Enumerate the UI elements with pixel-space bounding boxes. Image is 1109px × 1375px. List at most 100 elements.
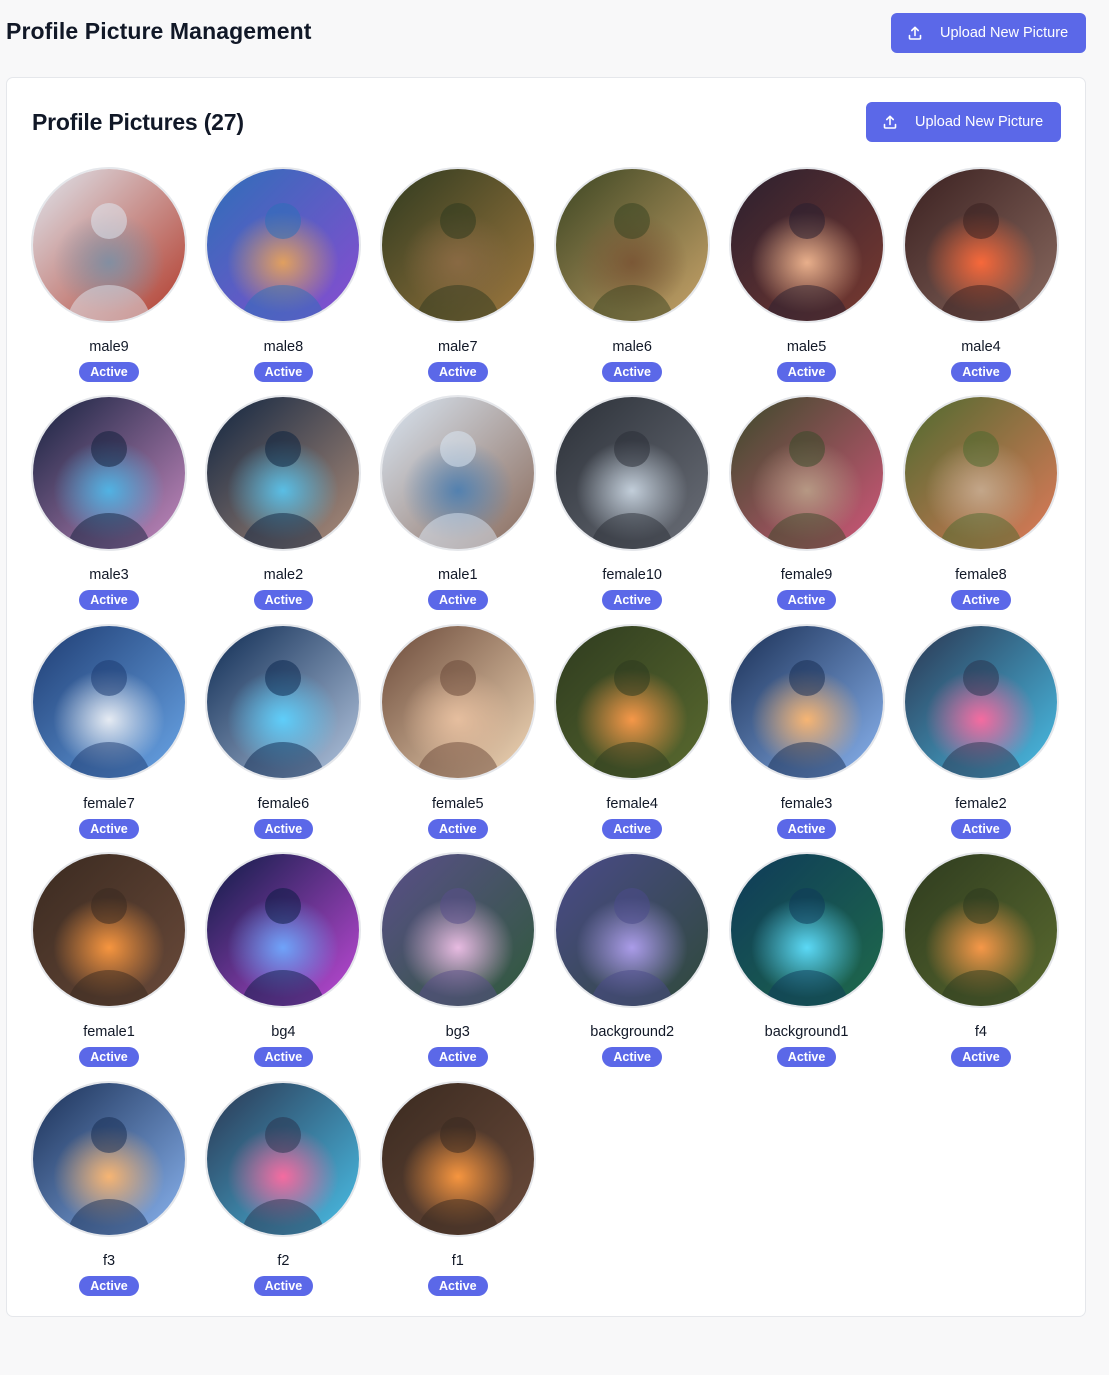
profile-picture-image[interactable] xyxy=(205,1080,362,1237)
picture-name: f1 xyxy=(451,1252,464,1269)
status-badge: Active xyxy=(79,1047,139,1068)
picture-tile[interactable]: f3 Active xyxy=(31,1080,187,1309)
panel-title: Profile Pictures (27) xyxy=(32,109,244,135)
picture-name: female2 xyxy=(955,795,1007,812)
profile-picture-image[interactable] xyxy=(554,395,711,552)
picture-tile[interactable]: female8 Active xyxy=(902,395,1059,623)
picture-tile[interactable]: male9 Active xyxy=(31,167,187,395)
picture-name: female7 xyxy=(83,795,135,812)
picture-tile[interactable]: male5 Active xyxy=(728,167,885,395)
picture-name: male2 xyxy=(263,567,304,584)
profile-picture-image[interactable] xyxy=(31,395,187,552)
picture-name: male4 xyxy=(961,339,1001,355)
picture-tile[interactable]: female10 Active xyxy=(554,395,711,623)
picture-tile[interactable]: male7 Active xyxy=(379,167,536,395)
picture-name: bg3 xyxy=(445,1024,470,1041)
picture-tile[interactable]: male1 Active xyxy=(379,395,536,623)
picture-tile[interactable]: male6 Active xyxy=(554,167,711,395)
profile-picture-image[interactable] xyxy=(379,852,536,1009)
profile-picture-image[interactable] xyxy=(31,1080,187,1237)
profile-picture-image[interactable] xyxy=(554,623,711,780)
picture-grid: male9 Active male8 Active male7 Active male6 Ac… xyxy=(31,167,1059,1309)
picture-tile[interactable]: bg3 Active xyxy=(379,852,536,1080)
picture-name: f3 xyxy=(102,1252,116,1269)
picture-tile[interactable]: male3 Active xyxy=(31,395,187,623)
picture-tile[interactable]: background2 Active xyxy=(554,852,711,1080)
profile-picture-image[interactable] xyxy=(31,623,187,780)
profile-picture-image[interactable] xyxy=(379,623,536,780)
status-badge: Active xyxy=(253,1275,314,1296)
profile-picture-image[interactable] xyxy=(902,623,1059,780)
status-badge: Active xyxy=(776,590,837,611)
status-badge: Active xyxy=(253,362,314,382)
picture-name: background1 xyxy=(764,1024,849,1041)
picture-tile[interactable]: background1 Active xyxy=(728,852,885,1080)
status-badge: Active xyxy=(776,1047,837,1068)
picture-name: male6 xyxy=(612,339,652,355)
status-badge: Active xyxy=(951,362,1011,382)
picture-name: female5 xyxy=(431,795,484,812)
picture-tile[interactable]: female4 Active xyxy=(554,623,711,852)
profile-picture-image[interactable] xyxy=(31,852,187,1009)
picture-tile[interactable]: male4 Active xyxy=(902,167,1059,395)
picture-tile[interactable]: f2 Active xyxy=(205,1080,362,1309)
status-badge: Active xyxy=(79,362,139,382)
profile-picture-image[interactable] xyxy=(379,395,536,552)
upload-icon xyxy=(907,25,923,41)
picture-name: female1 xyxy=(83,1024,135,1041)
profile-picture-image[interactable] xyxy=(902,395,1059,552)
status-badge: Active xyxy=(602,590,662,611)
profile-picture-image[interactable] xyxy=(554,852,711,1009)
profile-picture-image[interactable] xyxy=(728,167,885,323)
status-badge: Active xyxy=(776,818,837,839)
profile-picture-image[interactable] xyxy=(902,852,1059,1009)
profile-picture-image[interactable] xyxy=(728,623,885,780)
upload-button-label: Upload New Picture xyxy=(915,114,1044,130)
panel-upload-new-picture-button[interactable]: Upload New Picture xyxy=(866,102,1061,142)
profile-picture-image[interactable] xyxy=(205,623,362,780)
picture-tile[interactable]: female7 Active xyxy=(31,623,187,852)
picture-name: f2 xyxy=(277,1252,290,1269)
profile-picture-image[interactable] xyxy=(205,395,362,552)
picture-name: male1 xyxy=(438,567,478,584)
profile-picture-image[interactable] xyxy=(205,852,362,1009)
picture-name: male8 xyxy=(263,339,304,355)
profile-picture-image[interactable] xyxy=(554,167,711,323)
profile-picture-image[interactable] xyxy=(205,167,362,323)
picture-name: male9 xyxy=(89,339,129,355)
picture-name: female3 xyxy=(780,795,833,812)
status-badge: Active xyxy=(428,1047,488,1068)
page-header: Profile Picture Management Upload New Pi… xyxy=(0,0,1109,66)
picture-tile[interactable]: female5 Active xyxy=(379,623,536,852)
picture-tile[interactable]: female3 Active xyxy=(728,623,885,852)
status-badge: Active xyxy=(428,818,488,839)
upload-new-picture-button[interactable]: Upload New Picture xyxy=(891,13,1086,53)
profile-picture-image[interactable] xyxy=(379,1080,536,1237)
picture-name: f4 xyxy=(974,1024,987,1041)
picture-tile[interactable]: female6 Active xyxy=(205,623,362,852)
status-badge: Active xyxy=(79,1275,139,1296)
profile-picture-image[interactable] xyxy=(31,167,187,323)
picture-tile[interactable]: f1 Active xyxy=(379,1080,536,1309)
picture-tile[interactable]: female9 Active xyxy=(728,395,885,623)
profile-picture-image[interactable] xyxy=(379,167,536,323)
profile-picture-image[interactable] xyxy=(728,395,885,552)
picture-tile[interactable]: female2 Active xyxy=(902,623,1059,852)
status-badge: Active xyxy=(602,362,662,382)
picture-name: male7 xyxy=(438,339,478,355)
status-badge: Active xyxy=(79,818,139,839)
picture-tile[interactable]: male2 Active xyxy=(205,395,362,623)
page-title: Profile Picture Management xyxy=(6,18,312,44)
picture-tile[interactable]: male8 Active xyxy=(205,167,362,395)
picture-tile[interactable]: bg4 Active xyxy=(205,852,362,1080)
profile-picture-image[interactable] xyxy=(728,852,885,1009)
picture-tile[interactable]: f4 Active xyxy=(902,852,1059,1080)
upload-button-label: Upload New Picture xyxy=(940,25,1069,41)
status-badge: Active xyxy=(428,1275,488,1296)
picture-tile[interactable]: female1 Active xyxy=(31,852,187,1080)
profile-picture-image[interactable] xyxy=(902,167,1059,323)
status-badge: Active xyxy=(79,590,139,611)
picture-name: female10 xyxy=(602,567,662,584)
status-badge: Active xyxy=(602,818,662,839)
status-badge: Active xyxy=(951,818,1011,839)
